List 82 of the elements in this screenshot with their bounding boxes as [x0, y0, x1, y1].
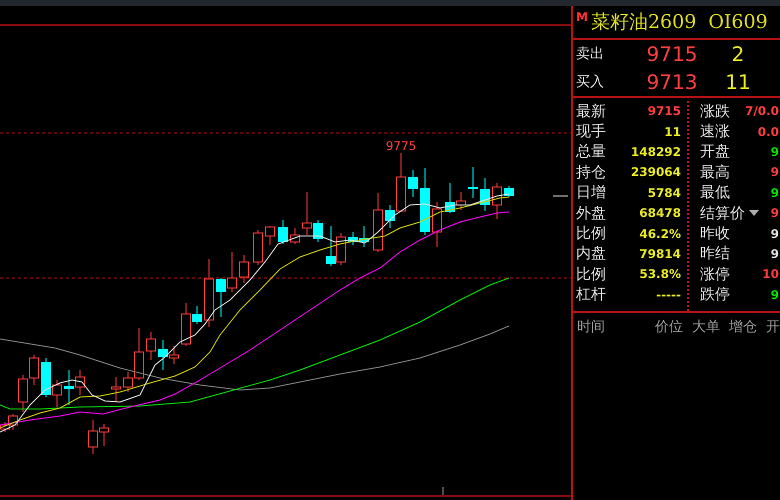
candlestick — [408, 170, 418, 198]
stat-value: 9 — [770, 165, 780, 180]
candlestick — [111, 376, 121, 402]
stat-value: 11 — [664, 124, 681, 139]
stat-label: 开盘 — [699, 142, 730, 162]
candlestick — [373, 192, 383, 252]
stat-value: 9715 — [648, 104, 681, 118]
stat-label: 杠杆 — [575, 285, 606, 304]
candlestick — [290, 228, 300, 244]
column-header: 价位 — [655, 318, 683, 336]
stat-value: 68478 — [639, 206, 681, 220]
stat-value: 148292 — [630, 144, 681, 159]
candlestick — [278, 220, 288, 244]
stat-label: 结算价 — [699, 204, 745, 223]
stat-value: 9 — [770, 144, 780, 159]
stat-label: 现手 — [575, 122, 606, 142]
stat-label: 内盘 — [575, 244, 606, 264]
high-price-label: 9775 — [386, 139, 416, 153]
stat-label: 最高 — [699, 162, 730, 182]
quote-price: 9715 — [646, 42, 698, 66]
candlestick — [41, 358, 51, 398]
stat-value: 5784 — [648, 186, 681, 200]
stat-label: 昨结 — [699, 244, 730, 264]
stat-label: 比例 — [575, 224, 606, 244]
candlestick — [432, 202, 442, 248]
stat-value: 53.8% — [639, 267, 681, 282]
stat-label: 外盘 — [575, 204, 606, 223]
quote-volume: 11 — [724, 70, 752, 94]
market-marker: M — [576, 10, 588, 24]
candlestick — [29, 354, 39, 386]
stat-label: 总量 — [575, 142, 606, 162]
stat-value: 10 — [762, 267, 780, 282]
candlestick — [265, 226, 275, 246]
stat-value: 79814 — [639, 246, 681, 261]
stat-label: 日增 — [575, 183, 606, 202]
quote-volume: 2 — [730, 42, 746, 66]
stat-value: 9 — [770, 206, 780, 220]
stat-label: 昨收 — [699, 224, 730, 244]
candlestick — [480, 178, 490, 212]
quote-price: 9713 — [646, 70, 698, 94]
stat-value: 239064 — [630, 165, 681, 180]
stat-label: 涨停 — [699, 264, 730, 284]
stat-value: 0.0 — [758, 124, 780, 139]
candlestick — [64, 370, 74, 406]
stat-label: 涨跌 — [699, 102, 730, 121]
candlestick — [146, 332, 156, 360]
candlestick — [52, 380, 62, 408]
stat-value: 9 — [770, 226, 780, 241]
candlestick — [492, 182, 502, 220]
candlestick — [239, 254, 249, 284]
stat-label: 持仓 — [575, 162, 606, 182]
contract-code: OI609 — [708, 11, 768, 33]
candlestick — [326, 226, 336, 266]
candlestick — [420, 168, 430, 236]
stat-value: 9 — [770, 186, 780, 200]
stat-label: 跌停 — [699, 285, 730, 304]
column-header: 增仓 — [729, 318, 757, 336]
stat-label: 最新 — [575, 102, 606, 121]
candlestick — [75, 370, 85, 396]
column-header: 时间 — [577, 318, 606, 336]
caret-icon[interactable] — [749, 210, 759, 216]
candlestick — [336, 232, 346, 266]
column-header: 开 — [766, 318, 780, 336]
cursor-tick — [442, 486, 444, 496]
candlestick — [468, 166, 478, 198]
stat-value: 9 — [770, 288, 780, 302]
column-header: 大单 — [692, 318, 720, 336]
stat-value: ----- — [656, 288, 681, 302]
candlestick — [204, 258, 214, 328]
stat-value: 9 — [770, 246, 780, 261]
candlestick — [253, 230, 263, 266]
stat-label: 最低 — [699, 183, 730, 202]
stat-value: 7/0.0 — [745, 104, 780, 118]
quote-label: 卖出 — [575, 45, 605, 63]
stat-label: 速涨 — [699, 122, 730, 142]
stat-label: 比例 — [575, 264, 606, 284]
candlestick — [216, 278, 226, 318]
stat-value: 46.2% — [639, 226, 681, 241]
candlestick — [227, 252, 237, 292]
candlestick — [504, 186, 514, 198]
contract-name: 菜籽油2609 — [590, 10, 696, 35]
quote-label: 买入 — [575, 73, 605, 91]
